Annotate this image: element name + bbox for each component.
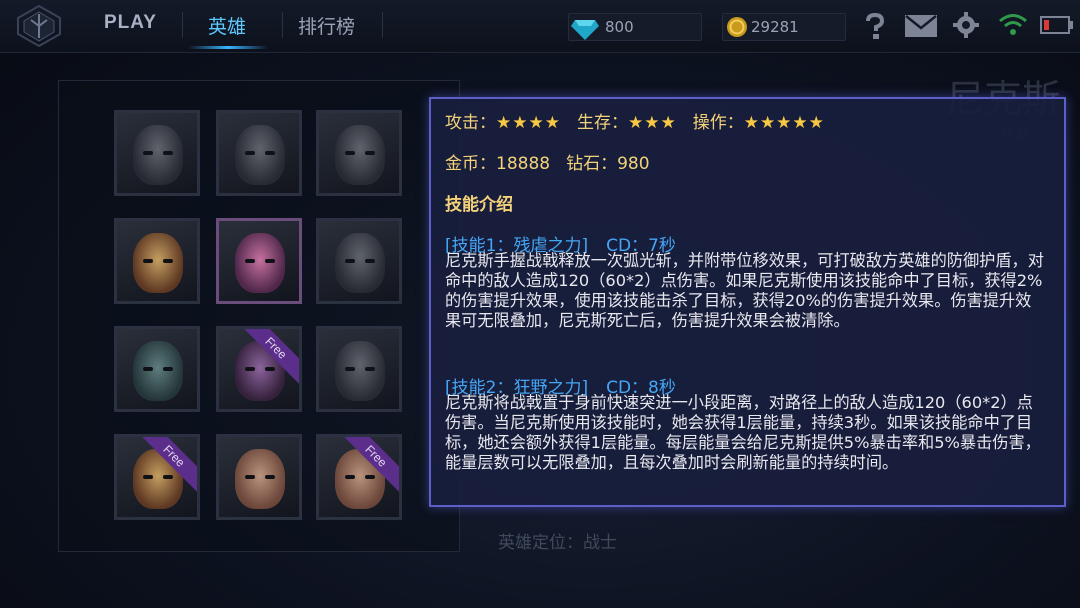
hero-portrait-tile[interactable] [114, 326, 200, 412]
survival-label: 生存： [576, 113, 628, 133]
nav-hero-tab[interactable]: 英雄 [208, 12, 246, 39]
hero-portrait-tile[interactable]: Free [316, 434, 402, 520]
portrait-eye [245, 151, 255, 155]
hero-portrait-face [235, 125, 285, 185]
guild-emblem-icon[interactable] [14, 4, 64, 48]
diamond-price-label: 钻石： [566, 154, 618, 174]
hero-portrait-tile[interactable] [316, 218, 402, 304]
hero-portrait-face [235, 233, 285, 293]
portrait-eye [345, 475, 355, 479]
portrait-eye [163, 475, 173, 479]
mail-icon[interactable] [904, 14, 938, 38]
nav-leaderboard-tab[interactable]: 排行榜 [298, 12, 355, 39]
coin-balance[interactable]: 29281 [722, 13, 846, 41]
portrait-eye [163, 259, 173, 263]
portrait-eye [345, 151, 355, 155]
portrait-eye [265, 475, 275, 479]
wifi-icon [999, 14, 1027, 35]
coin-count: 29281 [751, 18, 799, 36]
hero-portrait-face [335, 233, 385, 293]
hero-portrait-face [235, 449, 285, 509]
diamond-icon [571, 20, 599, 40]
hero-portrait-face [133, 233, 183, 293]
portrait-eye [265, 259, 275, 263]
portrait-eye [143, 367, 153, 371]
hero-portrait-tile[interactable] [316, 110, 402, 196]
rating-row: 攻击：★★★★ 生存：★★★ 操作：★★★★★ [445, 108, 841, 133]
hero-portrait-tile[interactable] [216, 110, 302, 196]
nav-divider [282, 12, 283, 38]
portrait-eye [365, 475, 375, 479]
hero-portrait-tile[interactable] [316, 326, 402, 412]
survival-stars: ★★★ [627, 113, 677, 133]
portrait-eye [143, 151, 153, 155]
hero-portrait-tile[interactable] [216, 218, 302, 304]
gold-coin-icon [727, 17, 747, 37]
hero-info-panel: 攻击：★★★★ 生存：★★★ 操作：★★★★★ 金币：18888 钻石：980 技能介… [429, 97, 1066, 507]
portrait-eye [345, 367, 355, 371]
portrait-eye [143, 259, 153, 263]
active-tab-indicator [188, 46, 268, 49]
nav-play[interactable]: PLAY [104, 12, 157, 34]
skill-2-description: 尼克斯将战戟置于身前快速突进一小段距离，对路径上的敌人造成120（60*2）点伤… [445, 393, 1041, 472]
attack-label: 攻击： [445, 113, 496, 133]
diamond-count: 800 [605, 18, 634, 36]
portrait-eye [245, 367, 255, 371]
portrait-eye [345, 259, 355, 263]
control-stars: ★★★★★ [743, 113, 825, 133]
portrait-eye [163, 367, 173, 371]
hero-portrait-tile[interactable] [114, 218, 200, 304]
hero-portrait-face [335, 125, 385, 185]
diamond-balance[interactable]: 800 [568, 13, 702, 41]
hero-portrait-face [133, 341, 183, 401]
control-label: 操作： [692, 113, 744, 133]
hero-position-label: 英雄定位：战士 [498, 533, 617, 553]
portrait-eye [265, 151, 275, 155]
portrait-eye [265, 367, 275, 371]
top-bar: PLAY 英雄 排行榜 800 29281 [0, 0, 1080, 53]
nav-divider [382, 12, 383, 38]
attack-stars: ★★★★ [496, 113, 561, 133]
hero-portrait-face [133, 125, 183, 185]
portrait-eye [365, 151, 375, 155]
portrait-eye [245, 259, 255, 263]
skills-section-title: 技能介绍 [445, 195, 513, 215]
gold-price-value: 18888 [496, 154, 551, 174]
gold-price-label: 金币： [445, 154, 496, 174]
portrait-eye [365, 259, 375, 263]
price-row: 金币：18888 钻石：980 [445, 149, 650, 174]
question-mark-icon[interactable] [862, 12, 888, 40]
portrait-eye [143, 475, 153, 479]
hero-portrait-tile[interactable] [216, 434, 302, 520]
hero-portrait-face [335, 341, 385, 401]
portrait-eye [365, 367, 375, 371]
hero-portrait-tile[interactable]: Free [114, 434, 200, 520]
hero-portrait-tile[interactable] [114, 110, 200, 196]
portrait-eye [245, 475, 255, 479]
skill-1-description: 尼克斯手握战戟释放一次弧光斩，并附带位移效果，可打破敌方英雄的防御护盾，对命中的… [445, 251, 1044, 330]
hero-portrait-tile[interactable]: Free [216, 326, 302, 412]
diamond-price-value: 980 [617, 154, 650, 174]
portrait-eye [163, 151, 173, 155]
battery-low-icon [1040, 16, 1073, 34]
gear-icon[interactable] [953, 12, 979, 38]
nav-divider [182, 12, 183, 38]
